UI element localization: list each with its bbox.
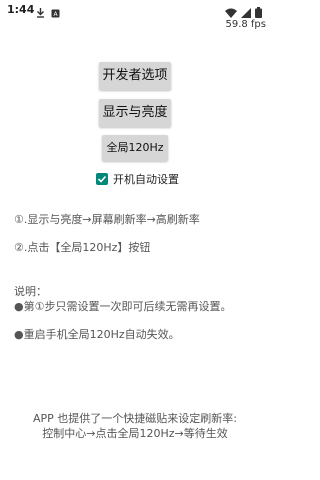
global-120hz-button[interactable]: 全局120Hz <box>102 135 168 161</box>
auto-set-on-boot-row[interactable]: 开机自动设置 <box>96 171 179 187</box>
fps-overlay: 59.8 fps <box>225 19 266 30</box>
note-item-1: ●第①步只需设置一次即可后续无需再设置。 <box>14 300 232 313</box>
status-time: 1:44 <box>7 3 35 16</box>
auto-set-label: 开机自动设置 <box>113 173 179 186</box>
instruction-step2: ②.点击【全局120Hz】按钮 <box>14 241 151 254</box>
developer-options-button[interactable]: 开发者选项 <box>99 62 171 90</box>
app-notification-icon: A <box>51 3 60 22</box>
status-bar: 1:44 A <box>0 0 270 19</box>
footer-tile-info: APP 也提供了一个快捷磁贴来设定刷新率: <box>33 412 237 425</box>
auto-set-checkbox[interactable] <box>96 173 108 185</box>
check-icon <box>97 175 107 183</box>
footer-tile-steps: 控制中心→点击全局120Hz→等待生效 <box>42 427 228 440</box>
display-brightness-button[interactable]: 显示与亮度 <box>99 99 171 127</box>
download-icon <box>36 3 45 22</box>
note-item-2: ●重启手机全局120Hz自动失效。 <box>14 328 180 341</box>
instruction-step1: ①.显示与亮度→屏幕刷新率→高刷新率 <box>14 213 200 226</box>
notes-title: 说明： <box>14 285 47 298</box>
